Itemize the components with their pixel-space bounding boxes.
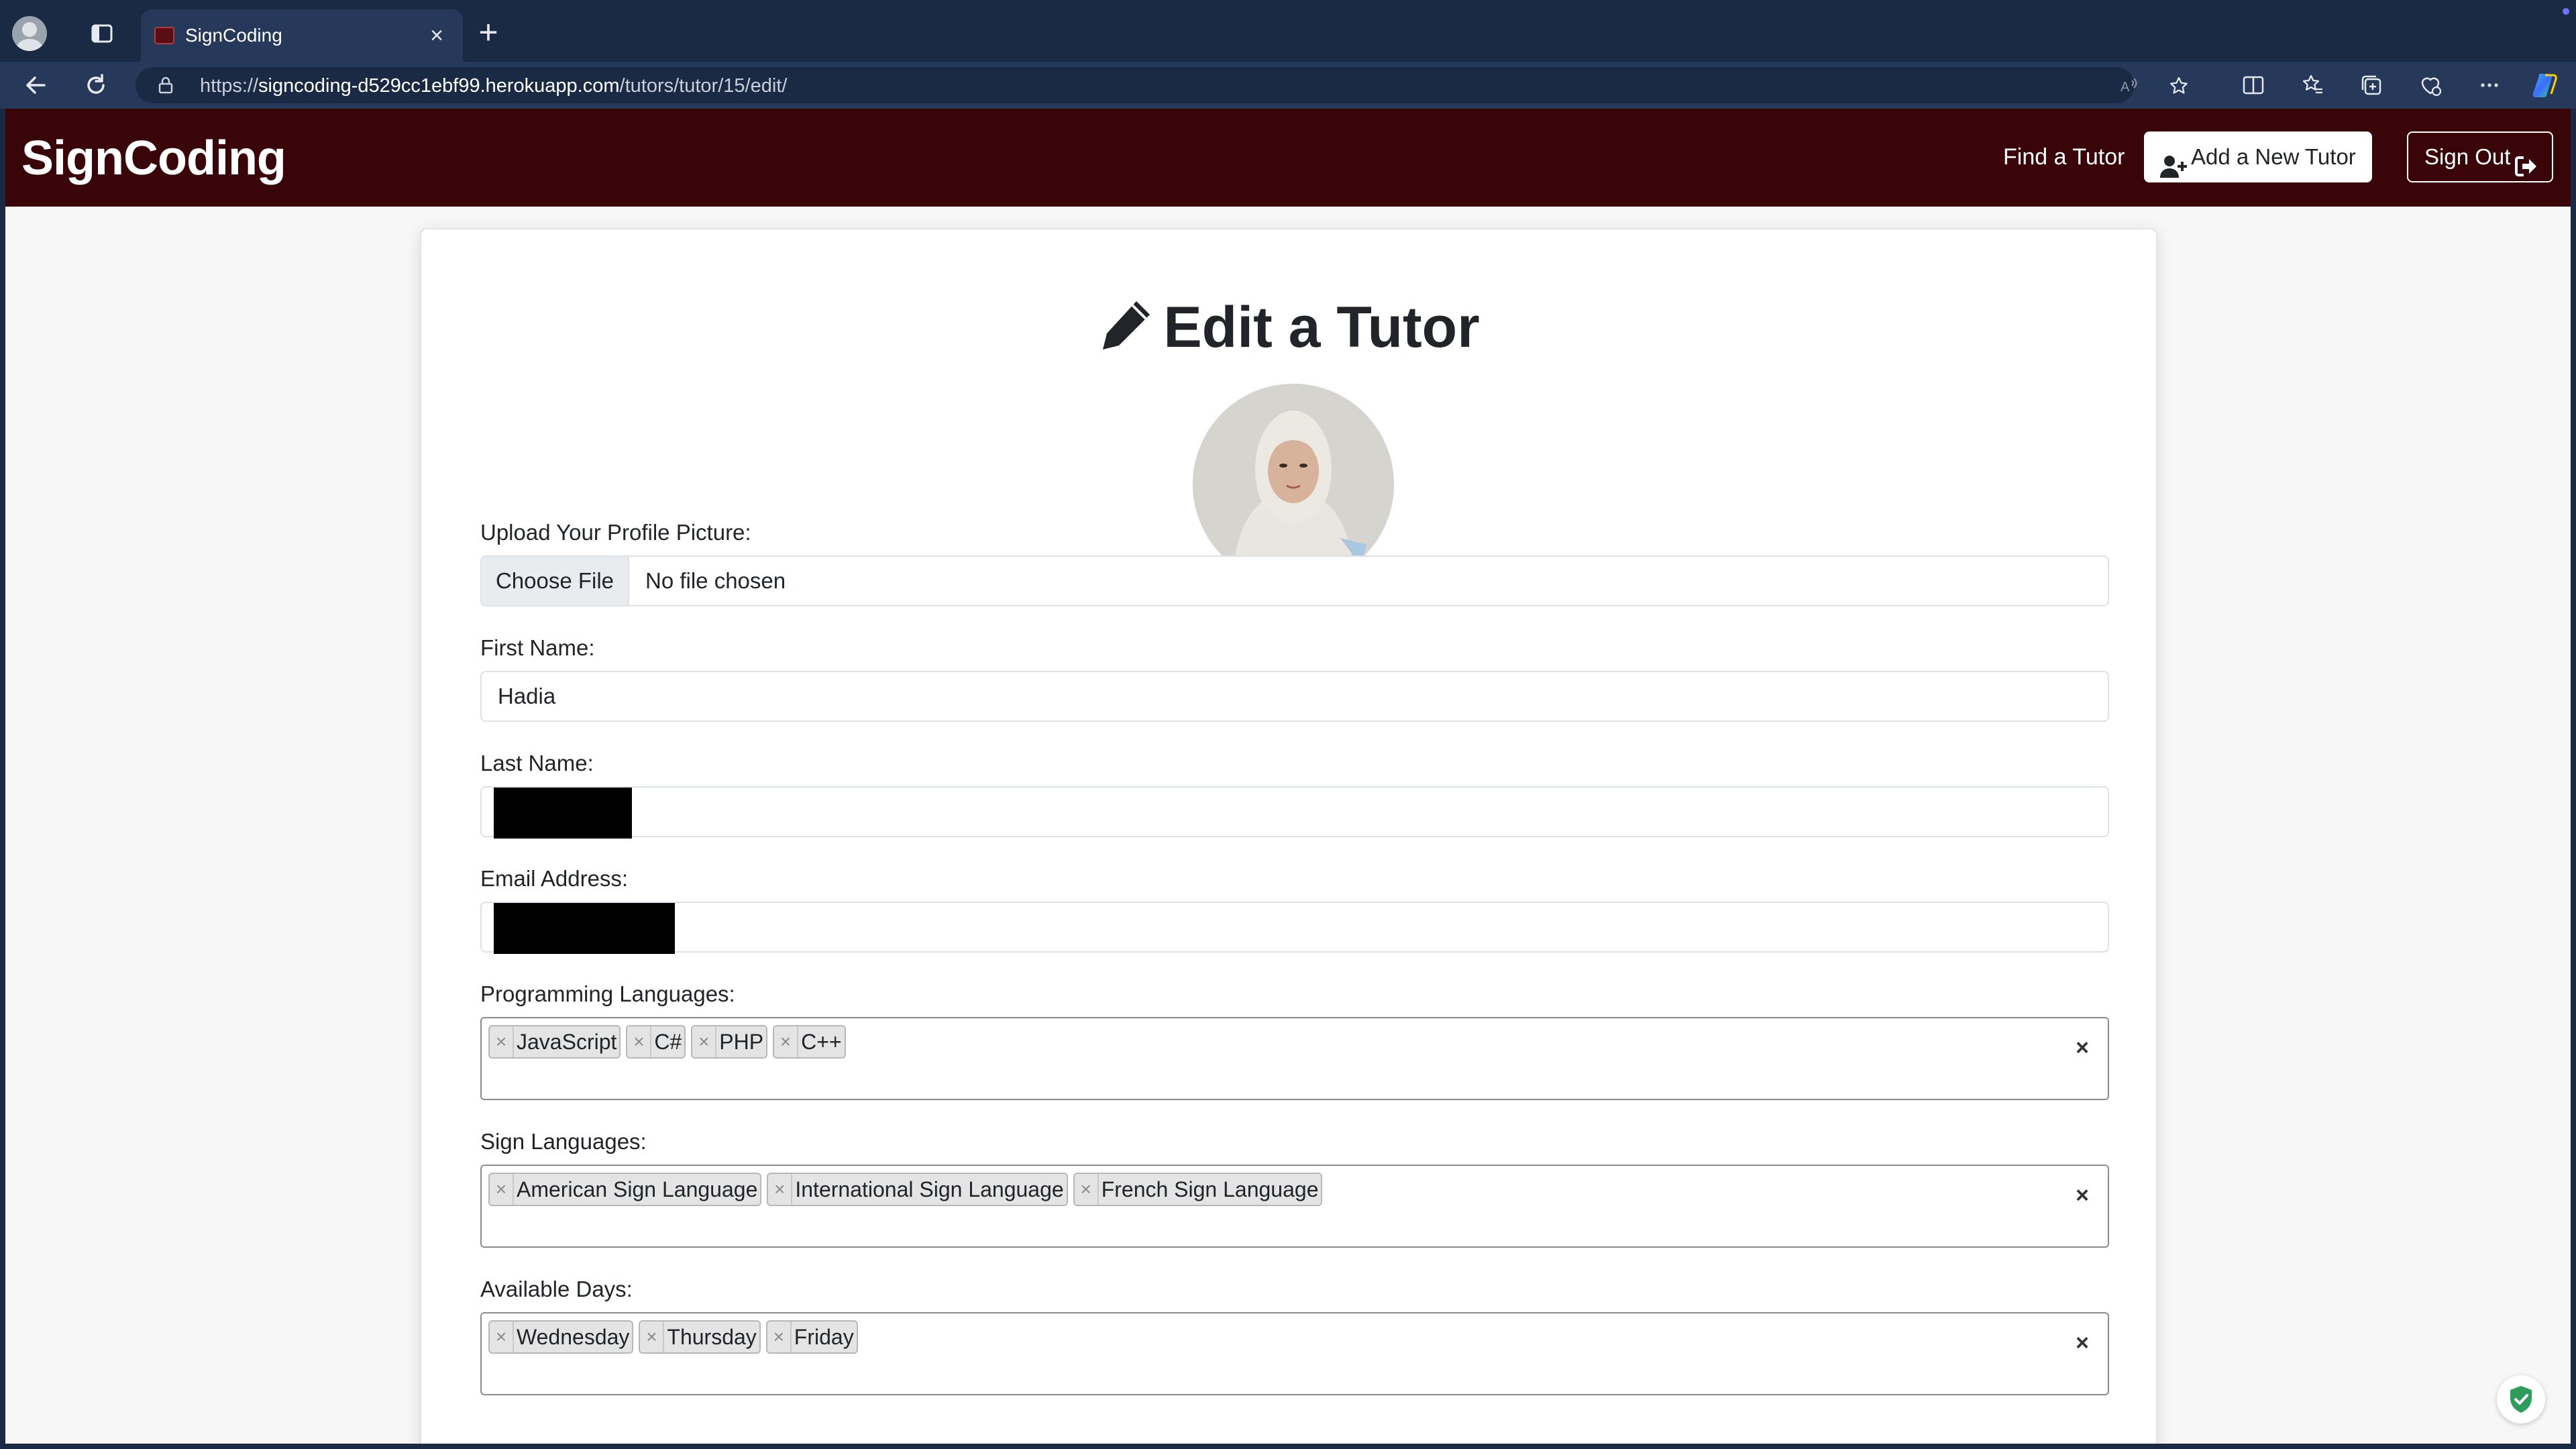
available-days-label: Available Days:	[480, 1277, 633, 1301]
browser-essentials-icon[interactable]	[2418, 72, 2443, 98]
chip-thursday: × Thursday	[639, 1320, 761, 1354]
back-arrow-icon[interactable]	[21, 71, 50, 99]
email-field[interactable]	[480, 902, 2109, 954]
chip-remove-icon[interactable]: ×	[768, 1174, 793, 1205]
url-host: signcoding-d529cc1ebf99.herokuapp.com	[258, 75, 620, 97]
chip-label: C#	[654, 1029, 682, 1054]
chip-label: Wednesday	[517, 1324, 630, 1349]
choose-file-button[interactable]: Choose File	[482, 557, 629, 605]
redacted-value	[494, 788, 632, 839]
clear-all-icon[interactable]: ×	[2076, 1034, 2089, 1061]
split-screen-icon[interactable]	[2241, 72, 2266, 98]
chip-label: International Sign Language	[795, 1177, 1064, 1201]
chip-label: American Sign Language	[517, 1177, 758, 1201]
last-name-field[interactable]	[480, 786, 2109, 839]
chip-wednesday: × Wednesday	[488, 1320, 634, 1354]
clear-all-icon[interactable]: ×	[2076, 1182, 2089, 1209]
page-title: Edit a Tutor	[421, 294, 2156, 361]
programming-languages-select[interactable]: × JavaScript × C# × PHP × C++ ×	[480, 1017, 2109, 1100]
favicon-icon	[154, 27, 174, 44]
sign-out-label: Sign Out	[2424, 144, 2511, 169]
programming-languages-label: Programming Languages:	[480, 981, 735, 1006]
profile-picture-input[interactable]: Choose File No file chosen	[480, 555, 2109, 606]
first-name-field[interactable]: Hadia	[480, 671, 2109, 722]
chip-remove-icon[interactable]: ×	[490, 1026, 514, 1057]
chip-label: JavaScript	[517, 1029, 617, 1054]
read-aloud-icon[interactable]: A	[2118, 75, 2140, 97]
last-name-label: Last Name:	[480, 751, 594, 775]
chip-remove-icon[interactable]: ×	[692, 1026, 717, 1057]
chip-label: PHP	[719, 1029, 764, 1054]
site-navbar: SignCoding Find a Tutor Add a New Tutor …	[5, 109, 2571, 207]
chip-csharp: × C#	[626, 1025, 686, 1059]
tab-close-icon[interactable]: ×	[425, 24, 448, 47]
chip-remove-icon[interactable]: ×	[490, 1174, 514, 1205]
page-title-text: Edit a Tutor	[1163, 295, 1480, 360]
available-days-select[interactable]: × Wednesday × Thursday × Friday ×	[480, 1312, 2109, 1395]
collections-icon[interactable]	[2359, 72, 2384, 98]
pencil-icon	[1097, 297, 1154, 354]
chip-french-sign-language: × French Sign Language	[1073, 1173, 1323, 1206]
url-path: /tutors/tutor/15/edit/	[619, 75, 788, 97]
email-label: Email Address:	[480, 866, 629, 891]
add-tutor-button[interactable]: Add a New Tutor	[2144, 131, 2372, 182]
user-plus-icon	[2160, 145, 2187, 178]
chip-label: Thursday	[667, 1324, 757, 1349]
redacted-value	[494, 903, 675, 954]
favorite-star-icon[interactable]	[2168, 75, 2190, 97]
sign-languages-select[interactable]: × American Sign Language × International S…	[480, 1165, 2109, 1248]
svg-text:A: A	[2121, 80, 2130, 95]
refresh-icon[interactable]	[82, 71, 110, 99]
url-text: https://signcoding-d529cc1ebf99.herokuap…	[200, 75, 787, 97]
file-status-text: No file chosen	[645, 568, 786, 593]
browser-tab[interactable]: SignCoding ×	[141, 9, 463, 62]
edit-tutor-card: Edit a Tutor Upload Your Profile Picture…	[420, 228, 2157, 1444]
tab-actions-icon[interactable]	[89, 20, 115, 47]
avatar	[1193, 384, 1394, 585]
chip-remove-icon[interactable]: ×	[640, 1322, 665, 1352]
chip-american-sign-language: × American Sign Language	[488, 1173, 762, 1206]
chip-friday: × Friday	[765, 1320, 858, 1354]
chip-remove-icon[interactable]: ×	[767, 1322, 792, 1352]
chip-javascript: × JavaScript	[488, 1025, 621, 1059]
brand-logo[interactable]: SignCoding	[21, 130, 286, 186]
add-tutor-label: Add a New Tutor	[2191, 144, 2356, 169]
browser-address-bar: https://signcoding-d529cc1ebf99.herokuap…	[0, 62, 2576, 109]
clear-all-icon[interactable]: ×	[2076, 1330, 2089, 1356]
more-options-icon[interactable]	[2477, 72, 2502, 98]
chip-remove-icon[interactable]: ×	[490, 1322, 514, 1352]
chip-label: Friday	[794, 1324, 854, 1349]
chip-cpp: × C++	[773, 1025, 846, 1059]
first-name-label: First Name:	[480, 635, 595, 660]
sign-languages-label: Sign Languages:	[480, 1129, 647, 1154]
lock-icon[interactable]	[156, 75, 176, 95]
chip-remove-icon[interactable]: ×	[627, 1026, 652, 1057]
chip-remove-icon[interactable]: ×	[1075, 1174, 1099, 1205]
favorites-icon[interactable]	[2300, 72, 2325, 98]
security-shield-icon[interactable]	[2497, 1375, 2545, 1424]
chip-php: × PHP	[691, 1025, 768, 1059]
chip-label: French Sign Language	[1101, 1177, 1319, 1201]
find-tutor-link[interactable]: Find a Tutor	[2003, 142, 2125, 172]
chip-remove-icon[interactable]: ×	[774, 1026, 799, 1057]
tab-title: SignCoding	[185, 25, 282, 46]
url-bar[interactable]: https://signcoding-d529cc1ebf99.herokuap…	[136, 67, 2188, 103]
profile-picture-label: Upload Your Profile Picture:	[480, 520, 751, 545]
copilot-icon[interactable]	[2530, 70, 2561, 101]
notification-dot	[2563, 8, 2569, 15]
profile-icon[interactable]	[12, 16, 47, 51]
new-tab-icon[interactable]: +	[474, 15, 503, 49]
sign-out-icon	[2514, 146, 2537, 176]
chip-label: C++	[801, 1029, 842, 1054]
chip-international-sign-language: × International Sign Language	[767, 1173, 1068, 1206]
url-scheme: https://	[200, 75, 259, 97]
browser-tab-bar: SignCoding × +	[0, 0, 2576, 62]
page-viewport: SignCoding Find a Tutor Add a New Tutor …	[5, 109, 2571, 1444]
sign-out-button[interactable]: Sign Out	[2407, 131, 2553, 182]
